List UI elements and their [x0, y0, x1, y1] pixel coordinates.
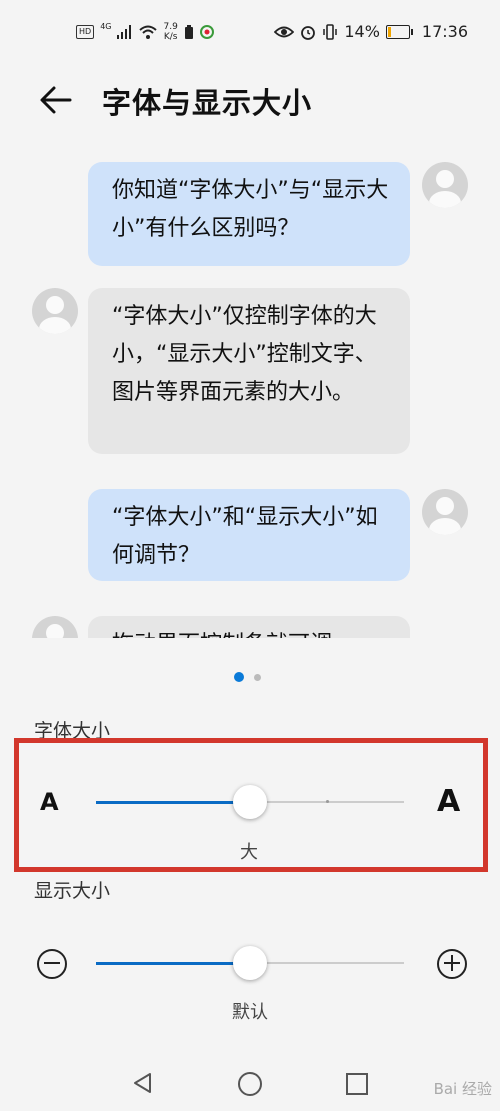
battery-icon — [385, 24, 413, 39]
network-type: 4G — [100, 21, 112, 31]
triangle-back-icon[interactable] — [132, 1072, 154, 1094]
network-speed: 7.9 K/s — [163, 22, 177, 42]
signal-icon — [117, 25, 132, 39]
circle-home-icon[interactable] — [238, 1072, 262, 1096]
small-font-icon: A — [40, 788, 59, 816]
watermark: Bai 经验 — [433, 1080, 492, 1098]
app-notification-icon — [199, 25, 214, 39]
hd-badge: HD — [76, 25, 95, 39]
page-dot[interactable] — [254, 673, 261, 681]
battery-fill — [387, 26, 391, 37]
eye-icon — [274, 26, 295, 37]
font-size-value: 大 — [240, 842, 258, 863]
speed-unit: K/s — [163, 32, 178, 42]
display-size-slider-thumb[interactable] — [233, 946, 267, 980]
square-recent-icon[interactable] — [346, 1073, 368, 1095]
plus-circle-icon[interactable] — [437, 949, 467, 979]
page-dot-active[interactable] — [234, 672, 244, 682]
user-avatar — [422, 162, 468, 208]
status-right: 14% 17:36 — [274, 22, 468, 41]
message-bubble-assistant: “字体大小”仅控制字体的大小，“显示大小”控制文字、图片等界面元素的大小。 — [88, 288, 410, 454]
display-size-value: 默认 — [232, 1002, 268, 1023]
minus-circle-icon[interactable] — [37, 949, 67, 979]
vibrate-icon — [323, 23, 338, 40]
slider-tick — [326, 800, 329, 803]
battery-percent: 14% — [344, 22, 380, 41]
wifi-icon — [139, 25, 158, 39]
message-bubble-assistant: 拖动界面控制条就可调 — [88, 616, 410, 638]
system-nav-bar — [0, 1050, 500, 1111]
status-bar: HD 4G 7.9 K/s 14% 17:36 — [0, 0, 500, 62]
font-size-slider-fill — [96, 800, 250, 804]
alarm-icon — [301, 25, 316, 40]
battery-saver-icon — [184, 25, 193, 39]
app-header: 字体与显示大小 — [0, 70, 500, 130]
preview-chat: 你知道“字体大小”与“显示大小”有什么区别吗？ “字体大小”仅控制字体的大小，“… — [0, 150, 500, 638]
status-left: HD 4G 7.9 K/s — [76, 22, 214, 42]
message-bubble-user: “字体大小”和“显示大小”如何调节？ — [88, 489, 410, 581]
user-avatar — [422, 489, 468, 535]
clock: 17:36 — [421, 22, 468, 41]
assistant-avatar — [32, 288, 78, 334]
font-size-slider-thumb[interactable] — [233, 785, 267, 819]
page-title: 字体与显示大小 — [102, 86, 313, 120]
display-size-label: 显示大小 — [34, 880, 111, 902]
display-size-slider-fill — [96, 961, 250, 965]
message-bubble-user: 你知道“字体大小”与“显示大小”有什么区别吗？ — [88, 162, 410, 266]
large-font-icon: A — [437, 784, 461, 819]
speed-value: 7.9 — [163, 22, 178, 32]
back-arrow-icon[interactable] — [38, 82, 74, 118]
page-indicator — [234, 672, 261, 682]
assistant-avatar — [32, 616, 78, 638]
